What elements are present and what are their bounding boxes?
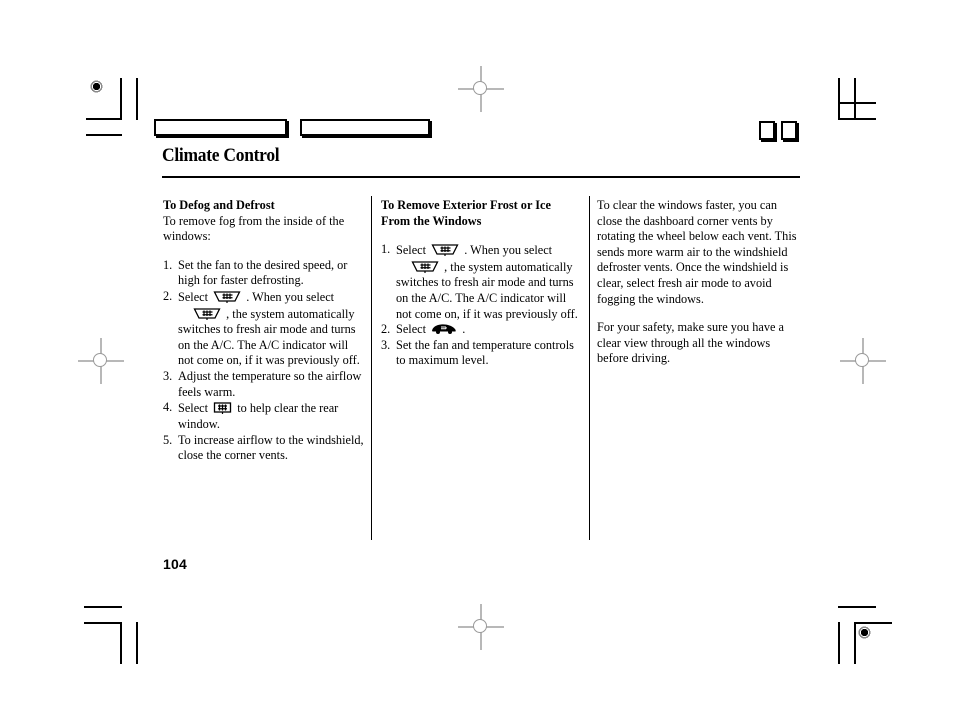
registration-crosshair-right — [840, 338, 886, 384]
body-paragraph-2: For your safety, make sure you have a cl… — [597, 320, 785, 366]
list-item: 1. Set the fan to the desired speed, or … — [163, 258, 365, 289]
list-item: 1. Select . When you select , the system… — [381, 242, 583, 322]
step-number: 3. — [163, 369, 173, 384]
step-number: 2. — [381, 322, 391, 337]
step-text-pre: Select — [396, 243, 427, 258]
list-item: 2. Select . — [381, 322, 583, 338]
step-text: Adjust the temperature so the airflow fe… — [178, 369, 362, 399]
step-number: 3. — [381, 337, 391, 352]
step-number: 2. — [163, 289, 173, 304]
column-left: To Defog and Defrost To remove fog from … — [163, 198, 365, 464]
step-number: 1. — [163, 257, 173, 272]
step-text-mid: . When you select — [246, 290, 335, 305]
section-heading-defog: To Defog and Defrost — [163, 198, 275, 212]
list-item: 5. To increase airflow to the windshield… — [163, 433, 365, 464]
print-control-bar-right — [300, 119, 430, 136]
fresh-air-mode-car-icon — [431, 322, 457, 335]
step-text-post: . — [462, 322, 466, 337]
steps-list-frost: 1. Select . When you select , the system… — [381, 242, 583, 369]
step-text-pre: Select — [178, 290, 209, 305]
step-text-pre: Select — [178, 401, 209, 416]
step-text: Set the fan and temperature controls to … — [396, 337, 574, 368]
list-item: 4. Select to help clear the rear window. — [163, 400, 365, 432]
registration-crosshair-left — [78, 338, 124, 384]
registration-crosshair-bottom — [458, 604, 504, 650]
windshield-defroster-icon — [213, 289, 241, 304]
windshield-defroster-icon — [193, 306, 221, 321]
step-number: 5. — [163, 432, 173, 447]
rear-window-defroster-icon — [213, 400, 232, 415]
list-item: 3. Adjust the temperature so the airflow… — [163, 369, 365, 400]
page-title: Climate Control — [162, 145, 280, 166]
column-divider-2 — [589, 196, 590, 540]
print-control-bar-left — [154, 119, 287, 136]
print-control-square-2 — [781, 121, 797, 140]
steps-list-defog: 1. Set the fan to the desired speed, or … — [163, 258, 365, 464]
section-heading-frost: To Remove Exterior Frost or Ice From the… — [381, 198, 551, 228]
step-number: 4. — [163, 400, 173, 415]
list-item: 3. Set the fan and temperature controls … — [381, 338, 583, 369]
page-number: 104 — [163, 556, 187, 572]
list-item: 2. Select . When you select , the system… — [163, 289, 365, 369]
column-middle: To Remove Exterior Frost or Ice From the… — [381, 198, 583, 369]
title-rule — [162, 176, 800, 178]
intro-text-defog: To remove fog from the inside of the win… — [163, 213, 345, 244]
step-text: Set the fan to the desired speed, or hig… — [178, 257, 348, 288]
step-number: 1. — [381, 242, 391, 257]
print-control-square-1 — [759, 121, 775, 140]
windshield-defroster-icon — [431, 242, 459, 257]
step-text: To increase airflow to the windshield, c… — [178, 432, 364, 463]
body-paragraph-1: To clear the windows faster, you can clo… — [597, 198, 797, 306]
column-right: To clear the windows faster, you can clo… — [597, 198, 799, 367]
windshield-defroster-icon — [411, 259, 439, 274]
step-text-pre: Select — [396, 322, 427, 337]
column-divider-1 — [371, 196, 372, 540]
registration-crosshair-top — [458, 66, 504, 112]
step-text-mid: . When you select — [464, 243, 553, 258]
